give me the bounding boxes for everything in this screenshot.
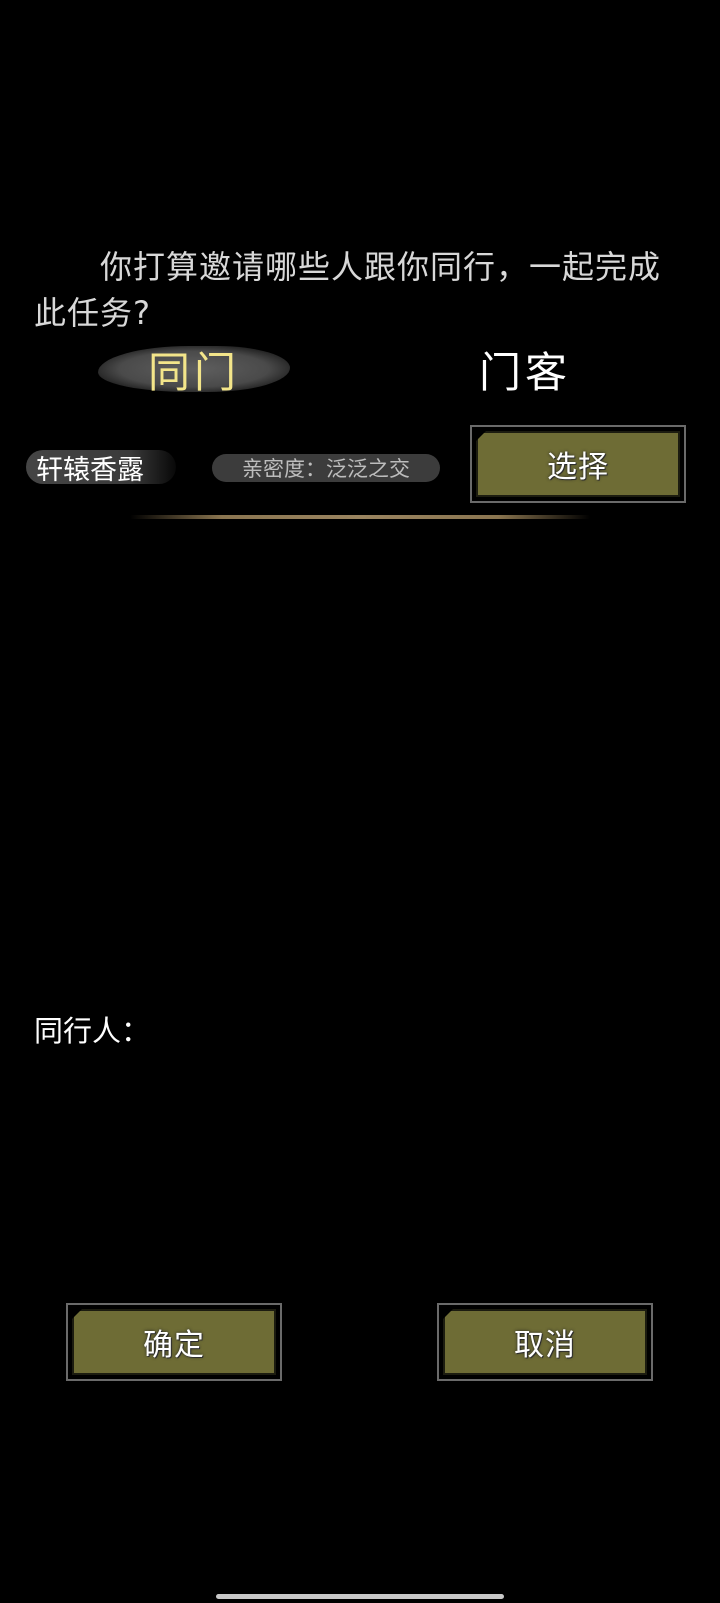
- home-indicator[interactable]: [216, 1594, 504, 1599]
- companions-label: 同行人：: [34, 1014, 151, 1048]
- select-button[interactable]: 选择: [470, 425, 686, 503]
- tab-fellow-disciples[interactable]: 同门: [98, 340, 290, 398]
- confirm-button[interactable]: 确定: [66, 1303, 282, 1381]
- tab-label: 门客: [478, 347, 571, 397]
- cancel-button[interactable]: 取消: [437, 1303, 653, 1381]
- cancel-button-label: 取消: [443, 1309, 647, 1375]
- confirm-button-label: 确定: [72, 1309, 276, 1375]
- tab-retainers[interactable]: 门客: [450, 340, 600, 398]
- prompt-text: 你打算邀请哪些人跟你同行，一起完成此任务?: [34, 248, 662, 332]
- intimacy-badge: 亲密度：泛泛之交: [212, 454, 440, 482]
- companion-name: 轩辕香露: [26, 450, 176, 486]
- tab-label: 同门: [147, 347, 240, 397]
- select-button-label: 选择: [476, 431, 680, 497]
- row-divider: [130, 515, 590, 519]
